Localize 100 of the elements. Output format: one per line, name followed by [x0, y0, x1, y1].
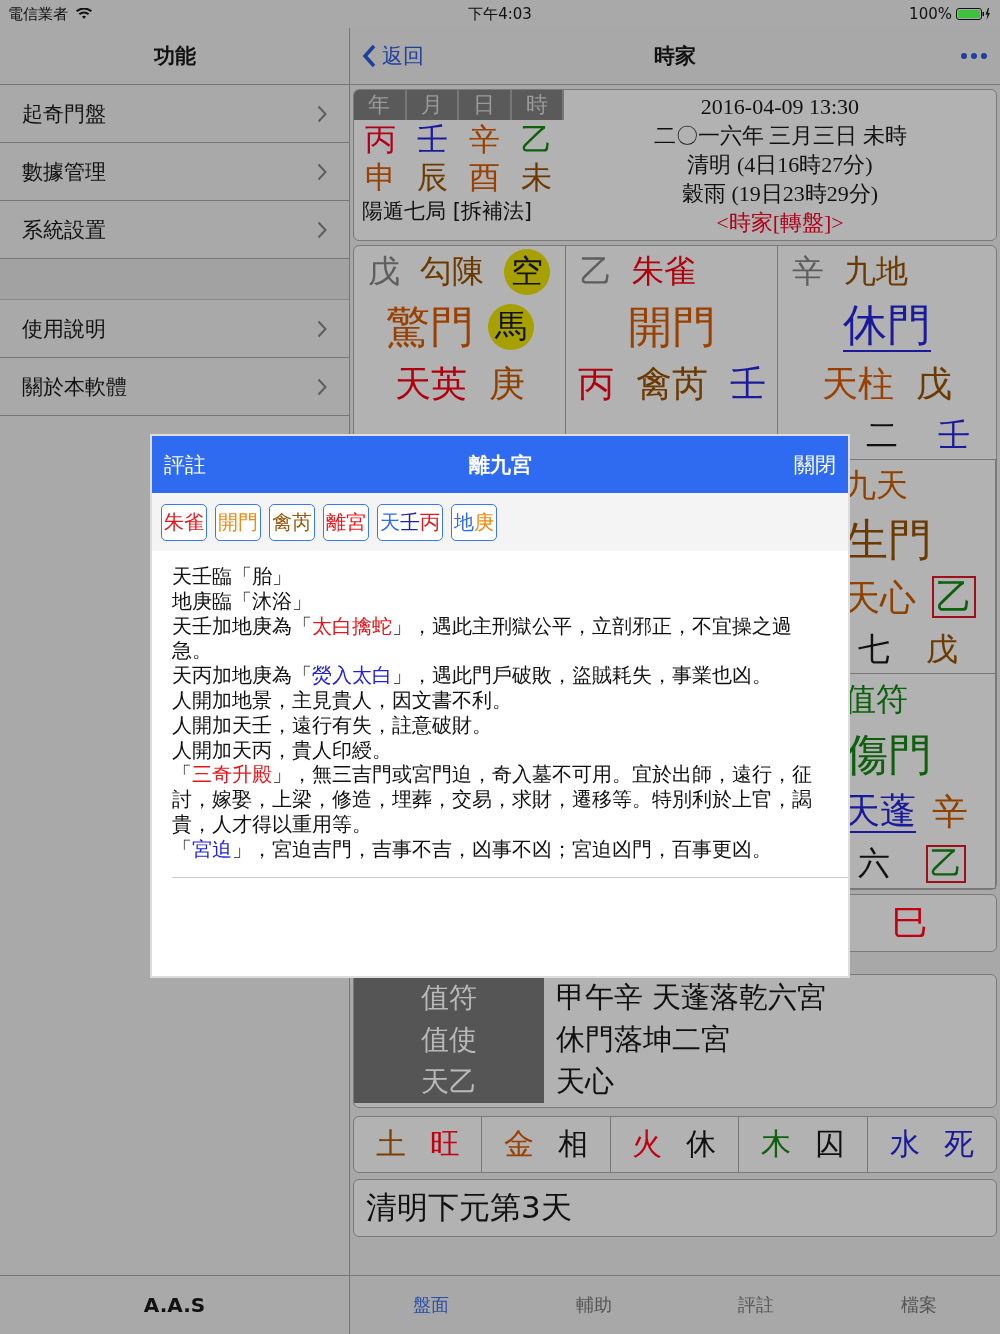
close-button[interactable]: 關閉 [794, 450, 836, 479]
comment-paragraph: 人開加天丙，貴人印綬。 [172, 738, 393, 764]
strength-glyph: 旺 [429, 1125, 460, 1163]
palace-glyph: 傷門 [844, 730, 932, 780]
palace-glyph: 七 [858, 631, 890, 667]
more-icon[interactable] [960, 52, 988, 60]
element-glyph: 木 [760, 1125, 791, 1163]
menu-item[interactable]: 起奇門盤 [0, 85, 349, 143]
palace-glyph: 休門 [843, 301, 931, 352]
stem-glyph: 乙 [519, 120, 553, 158]
element-glyph: 金 [504, 1125, 535, 1163]
chevron-icon [317, 162, 327, 181]
back-button[interactable]: 返回 [362, 42, 424, 70]
table-cell-text: 甲午辛 天蓬落乾六宮 [555, 979, 827, 1016]
palace-glyph: 朱雀 [632, 254, 696, 290]
tag-button[interactable]: 天壬丙 [377, 503, 443, 541]
pillar-header: 時 [511, 90, 564, 120]
palace-glyph: 六 [858, 846, 890, 882]
palace-glyph: 戊 [926, 631, 958, 667]
comment-paragraph: 地庚臨「沐浴」 [172, 589, 313, 615]
chevron-icon [317, 319, 327, 338]
tag-button[interactable]: 朱雀 [161, 503, 207, 541]
comment-paragraph: 天丙加地庚為「熒入太白」，遇此門戶破敗，盜賊耗失，事業也凶。 [172, 664, 773, 689]
palace-glyph: 壬 [938, 417, 970, 453]
strength-glyph: 死 [943, 1125, 974, 1163]
tab[interactable]: 輔助 [512, 1276, 675, 1334]
date-line: 2016-04-09 13:30 [700, 93, 860, 121]
solar-term-text: 清明下元第3天 [366, 1188, 572, 1227]
tab[interactable]: 評註 [675, 1276, 838, 1334]
palace-glyph: 戊 [368, 254, 400, 290]
tag-button[interactable]: 離宮 [323, 503, 369, 541]
row-header: 天乙 [354, 1061, 544, 1103]
row-header: 值符 [354, 977, 544, 1019]
palace-glyph: 乙 [580, 254, 612, 290]
page-title: 時家 [654, 43, 696, 70]
branch-glyph: 辰 [415, 158, 449, 196]
branch-glyph: 巳 [892, 900, 928, 945]
chevron-icon [317, 104, 327, 123]
palace-glyph: 天英 [394, 364, 467, 404]
palace-glyph: 驚門 [385, 302, 474, 352]
pillar-header: 年 [354, 90, 407, 120]
tag-button[interactable]: 開門 [215, 503, 261, 541]
branch-glyph: 申 [363, 158, 397, 196]
ju-label: 陽遁七局 [拆補法] [361, 198, 534, 225]
palace-glyph: 禽芮 [635, 364, 708, 404]
palace-glyph: 乙 [926, 845, 966, 883]
battery-percent: 100% [909, 5, 952, 23]
carrier-name: 電信業者 [8, 4, 68, 24]
tab[interactable]: 檔案 [837, 1276, 1000, 1334]
strength-glyph: 囚 [814, 1125, 845, 1163]
footer-label: A.A.S [143, 1293, 206, 1317]
comment-paragraph: 人開加天壬，遠行有失，註意破財。 [172, 713, 493, 739]
battery-icon [956, 7, 992, 21]
palace-glyph: 開門 [627, 302, 716, 352]
palace-glyph: 九地 [844, 254, 908, 290]
marker-badge: 空 [504, 249, 550, 295]
palace-glyph: 二 [866, 417, 898, 453]
strength-glyph: 休 [686, 1125, 717, 1163]
element-glyph: 土 [375, 1125, 406, 1163]
dialog-title: 離九宮 [468, 451, 532, 479]
menu-item[interactable]: 數據管理 [0, 143, 349, 201]
comment-paragraph: 「宮迫」，宮迫吉門，吉事不吉，凶事不凶；宮迫凶門，百事更凶。 [172, 837, 773, 863]
pillar-header: 月 [406, 90, 459, 120]
palace-glyph: 庚 [488, 364, 525, 404]
palace-glyph: 辛 [932, 792, 968, 832]
palace-glyph: 天柱 [822, 363, 894, 404]
date-line: 穀雨 (19日23時29分) [681, 180, 879, 208]
comment-paragraph: 天壬臨「胎」 [172, 565, 293, 590]
back-chevron-icon [362, 44, 376, 68]
comment-paragraph: 人開加地景，主見貴人，因文書不利。 [172, 689, 513, 714]
tag-button[interactable]: 地庚 [451, 503, 497, 541]
menu-item[interactable]: 使用說明 [0, 300, 349, 358]
palace-glyph: 勾陳 [420, 254, 484, 290]
pillar-header: 日 [459, 90, 512, 120]
branch-glyph: 未 [519, 158, 553, 196]
tag-button[interactable]: 禽芮 [269, 503, 315, 541]
strength-glyph: 相 [558, 1125, 589, 1163]
comment-paragraph: 天壬加地庚為「太白擒蛇」，遇此主刑獄公平，立剖邪正，不宜操之過急。 [172, 614, 793, 665]
row-header: 值使 [354, 1019, 544, 1061]
menu-item[interactable]: 關於本軟體 [0, 358, 349, 416]
comment-paragraph: 「三奇升殿」，無三吉門或宮門迫，奇入墓不可用。宜於出師，遠行，征討，嫁娶，上梁，修造，埋葬，交易，求財，遷移等。特別利於上官，謁貴，人才得以重用等。 [172, 763, 812, 838]
clock: 下午4:03 [468, 4, 532, 24]
sidebar-title: 功能 [153, 43, 196, 70]
date-line: 二〇一六年 三月三日 未時 [653, 122, 907, 150]
wifi-icon [76, 8, 92, 20]
tab[interactable]: 盤面 [350, 1276, 513, 1334]
date-line: 清明 (4日16時27分) [687, 151, 873, 179]
chevron-icon [317, 220, 327, 239]
palace-glyph: 壬 [729, 364, 766, 404]
chart-type-link[interactable]: <時家[轉盤]> [716, 208, 844, 237]
table-cell-text: 天心 [555, 1063, 614, 1100]
palace-glyph: 乙 [932, 576, 976, 619]
stem-glyph: 丙 [363, 120, 397, 158]
element-glyph: 水 [889, 1125, 920, 1163]
chevron-icon [317, 377, 327, 396]
stem-glyph: 辛 [467, 120, 501, 158]
palace-glyph: 丙 [577, 364, 614, 404]
palace-glyph: 辛 [792, 254, 824, 290]
stem-glyph: 壬 [415, 120, 449, 158]
element-glyph: 火 [632, 1125, 663, 1163]
